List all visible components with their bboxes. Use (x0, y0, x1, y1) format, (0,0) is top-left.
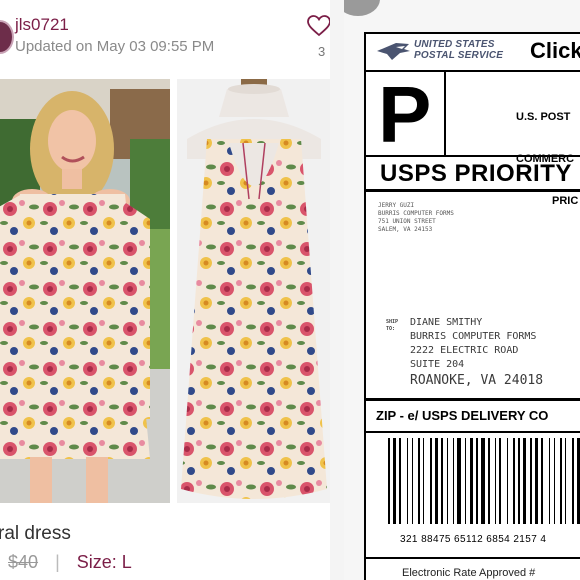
listing-photo-back[interactable] (177, 79, 330, 503)
barcode-bar (565, 438, 566, 524)
tracking-number: 321 88475 65112 6854 2157 4 (400, 534, 547, 545)
updated-timestamp: Updated on May 03 09:55 PM (15, 38, 215, 55)
corner-shadow (344, 0, 380, 16)
barcode-bar (495, 438, 496, 524)
service-name: USPS PRIORITY (380, 160, 572, 187)
zip-header: ZIP - e/ USPS DELIVERY CO (376, 408, 549, 423)
sender-address: JERRY GUZI BURRIS COMPUTER FORMS 751 UNI… (378, 202, 454, 234)
postage-line-1: U.S. POST (516, 111, 571, 123)
barcode-bar (476, 438, 478, 524)
barcode-bar (453, 438, 454, 524)
barcode-bar (412, 438, 413, 524)
barcode-bar (481, 438, 485, 524)
barcode-bar (423, 438, 424, 524)
barcode-bar (507, 438, 508, 524)
zip-header-row: ZIP - e/ USPS DELIVERY CO (366, 398, 580, 433)
barcode-bar (554, 438, 555, 524)
panel-divider (330, 0, 344, 580)
barcode-bar (465, 438, 466, 524)
service-banner: USPS PRIORITY (366, 155, 580, 192)
ship-to-tag-line: SHIP (386, 319, 399, 325)
barcode-bar (523, 438, 526, 524)
recipient-address: DIANE SMITHY BURRIS COMPUTER FORMS 2222 … (410, 316, 543, 390)
like-count: 3 (318, 44, 326, 59)
recipient-line: DIANE SMITHY (410, 317, 483, 328)
barcode-bar (399, 438, 401, 524)
rate-approval-text: Electronic Rate Approved # (402, 567, 536, 579)
barcode-bar (488, 438, 490, 524)
carrier-name-line-2: POSTAL SERVICE (414, 50, 504, 61)
original-price: $40 (8, 552, 39, 572)
shipping-label-panel: UNITED STATES POSTAL SERVICE Click P U.S… (344, 0, 580, 580)
listing-header: jls0721 Updated on May 03 09:55 PM 3 (0, 0, 342, 78)
barcode-bar (407, 438, 408, 524)
recipient-line: 2222 ELECTRIC ROAD (410, 345, 519, 356)
barcode-bar (530, 438, 532, 524)
price-separator: | (55, 552, 60, 572)
listing-photo-front[interactable] (0, 79, 170, 503)
service-letter: P (378, 70, 432, 159)
carrier-header: UNITED STATES POSTAL SERVICE Click (366, 34, 580, 72)
seller-avatar[interactable] (0, 20, 14, 54)
barcode-bar (549, 438, 550, 524)
shipping-label: UNITED STATES POSTAL SERVICE Click P U.S… (364, 32, 580, 580)
listing-panel: jls0721 Updated on May 03 09:55 PM 3 ral… (0, 0, 342, 580)
price-size-row: $40 | Size: L (8, 552, 132, 573)
barcode-bar (457, 438, 461, 524)
recipient-line: SUITE 204 (410, 359, 465, 370)
usps-eagle-icon (377, 43, 410, 60)
ship-to-tag-line: TO: (386, 326, 396, 332)
sender-line: 751 UNION STREET (378, 218, 436, 225)
barcode-bar (418, 438, 420, 524)
sender-line: JERRY GUZI (378, 202, 415, 209)
size-label: Size: L (76, 552, 132, 572)
listing-title[interactable]: ral dress (0, 523, 71, 545)
postage-line-3: PRIC (552, 195, 579, 207)
seller-username[interactable]: jls0721 (15, 15, 69, 35)
sender-line: SALEM, VA 24153 (378, 226, 433, 233)
barcode-bar (560, 438, 562, 524)
barcode-bar (430, 438, 432, 524)
barcode-bar (518, 438, 520, 524)
barcode-bar (441, 438, 443, 524)
barcode-bar (388, 438, 390, 524)
barcode-bar (447, 438, 448, 524)
service-letter-box: P (366, 70, 446, 159)
sender-line: BURRIS COMPUTER FORMS (378, 210, 454, 217)
barcode-bar (435, 438, 438, 524)
barcode (388, 438, 580, 524)
heart-icon[interactable] (307, 14, 331, 38)
click-n-ship-text: Click (530, 38, 580, 63)
barcode-bar (499, 438, 501, 524)
rate-row: Electronic Rate Approved # (366, 557, 580, 580)
barcode-bar (535, 438, 538, 524)
ship-to-tag: SHIP TO: (386, 319, 398, 333)
carrier-name-line-1: UNITED STATES (414, 39, 495, 50)
barcode-bar (572, 438, 574, 524)
carrier-name: UNITED STATES POSTAL SERVICE (414, 39, 503, 61)
recipient-line: BURRIS COMPUTER FORMS (410, 331, 537, 342)
barcode-bar (470, 438, 473, 524)
barcode-bar (393, 438, 396, 524)
barcode-bar (541, 438, 543, 524)
barcode-bar (513, 438, 515, 524)
recipient-line: ROANOKE, VA 24018 (410, 373, 544, 388)
